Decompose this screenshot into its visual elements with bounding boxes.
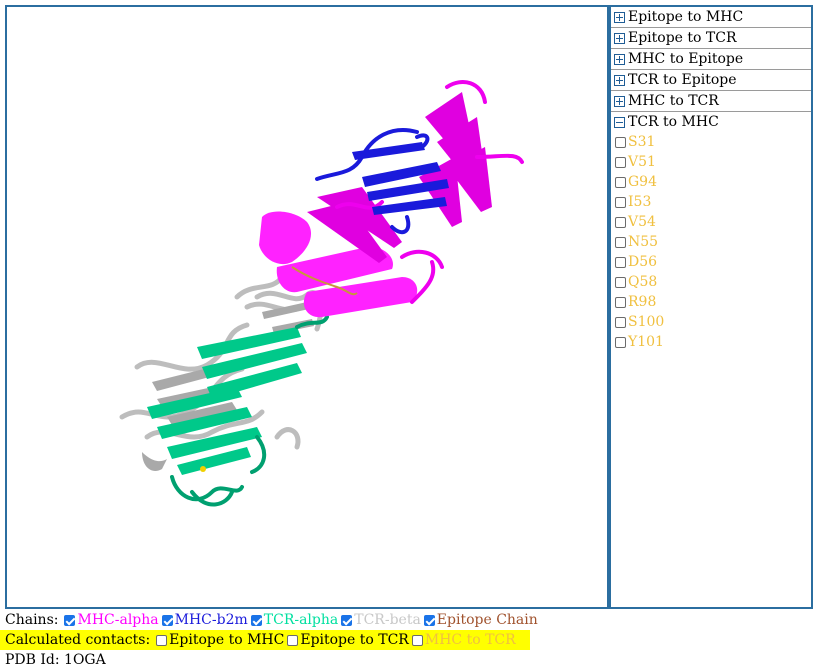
residue-label: S31 — [628, 134, 656, 150]
chain-label-tcr-alpha: TCR-alpha — [263, 612, 339, 628]
residue-checkbox[interactable] — [615, 176, 626, 188]
residue-checkbox[interactable] — [615, 236, 626, 248]
contact-checkbox-mhc-to-tcr[interactable] — [411, 634, 423, 646]
pdb-id-row: PDB Id: 1OGA — [5, 650, 106, 670]
residue-item[interactable]: Y101 — [611, 332, 811, 352]
expand-icon[interactable] — [614, 11, 625, 23]
residue-item[interactable]: V51 — [611, 152, 811, 172]
expand-icon[interactable] — [614, 32, 625, 44]
chain-checkbox-mhc-b2m[interactable] — [161, 614, 173, 626]
residue-list: S31 V51 G94 I53 V54 N55 D56 Q58 R98 S100… — [611, 132, 811, 352]
chain-checkbox-mhc-alpha[interactable] — [64, 614, 76, 626]
section-mhc-to-tcr[interactable]: MHC to TCR — [611, 91, 811, 112]
residue-label: I53 — [628, 194, 652, 210]
calculated-contacts-row: Calculated contacts: Epitope to MHC Epit… — [0, 630, 530, 650]
residue-label: Q58 — [628, 274, 658, 290]
residue-checkbox[interactable] — [615, 316, 626, 328]
chain-label-tcr-beta: TCR-beta — [354, 612, 421, 628]
expand-icon[interactable] — [614, 53, 625, 65]
section-mhc-to-epitope[interactable]: MHC to Epitope — [611, 49, 811, 70]
residue-item[interactable]: I53 — [611, 192, 811, 212]
residue-checkbox[interactable] — [615, 156, 626, 168]
residue-label: R98 — [628, 294, 657, 310]
chain-checkbox-tcr-beta[interactable] — [341, 614, 353, 626]
chains-row: Chains: MHC-alpha MHC-b2m TCR-alpha TCR-… — [5, 610, 538, 630]
residue-label: Y101 — [628, 334, 664, 350]
residue-item[interactable]: V54 — [611, 212, 811, 232]
section-tcr-to-epitope[interactable]: TCR to Epitope — [611, 70, 811, 91]
residue-checkbox[interactable] — [615, 136, 626, 148]
section-label: MHC to TCR — [628, 93, 719, 109]
section-label: TCR to Epitope — [628, 72, 737, 88]
section-label: MHC to Epitope — [628, 51, 744, 67]
residue-item[interactable]: S100 — [611, 312, 811, 332]
residue-label: V54 — [628, 214, 656, 230]
chain-checkbox-epitope[interactable] — [423, 614, 435, 626]
residue-label: V51 — [628, 154, 656, 170]
contacts-label: Calculated contacts: — [5, 632, 151, 648]
residue-checkbox[interactable] — [615, 196, 626, 208]
residue-item[interactable]: S31 — [611, 132, 811, 152]
contacts-panel: Epitope to MHC Epitope to TCR MHC to Epi… — [609, 5, 813, 609]
contact-checkbox-epitope-to-mhc[interactable] — [156, 634, 168, 646]
residue-label: G94 — [628, 174, 657, 190]
section-epitope-to-tcr[interactable]: Epitope to TCR — [611, 28, 811, 49]
section-label: Epitope to MHC — [628, 9, 744, 25]
chain-checkbox-tcr-alpha[interactable] — [250, 614, 262, 626]
protein-ribbon-rendering — [119, 80, 524, 507]
section-epitope-to-mhc[interactable]: Epitope to MHC — [611, 7, 811, 28]
expand-icon[interactable] — [614, 74, 625, 86]
residue-checkbox[interactable] — [615, 296, 626, 308]
highlighted-residue — [200, 466, 206, 472]
section-label: TCR to MHC — [628, 114, 719, 130]
chains-label: Chains: — [5, 612, 59, 628]
residue-label: N55 — [628, 234, 659, 250]
chain-label-mhc-alpha: MHC-alpha — [77, 612, 159, 628]
section-tcr-to-mhc[interactable]: TCR to MHC — [611, 112, 811, 132]
residue-checkbox[interactable] — [615, 336, 626, 348]
chain-label-epitope: Epitope Chain — [436, 612, 538, 628]
residue-checkbox[interactable] — [615, 276, 626, 288]
residue-item[interactable]: R98 — [611, 292, 811, 312]
protein-structure-viewer[interactable] — [5, 5, 609, 609]
residue-checkbox[interactable] — [615, 256, 626, 268]
contact-label-epitope-to-tcr: Epitope to TCR — [300, 632, 409, 648]
residue-label: D56 — [628, 254, 658, 270]
pdb-id: PDB Id: 1OGA — [5, 652, 106, 668]
residue-checkbox[interactable] — [615, 216, 626, 228]
collapse-icon[interactable] — [614, 116, 625, 128]
residue-item[interactable]: G94 — [611, 172, 811, 192]
section-label: Epitope to TCR — [628, 30, 737, 46]
contact-checkbox-epitope-to-tcr[interactable] — [287, 634, 299, 646]
residue-item[interactable]: D56 — [611, 252, 811, 272]
contact-label-epitope-to-mhc: Epitope to MHC — [169, 632, 285, 648]
contact-label-mhc-to-tcr: MHC to TCR — [424, 632, 516, 648]
expand-icon[interactable] — [614, 95, 625, 107]
chain-label-mhc-b2m: MHC-b2m — [174, 612, 248, 628]
residue-label: S100 — [628, 314, 665, 330]
residue-item[interactable]: Q58 — [611, 272, 811, 292]
residue-item[interactable]: N55 — [611, 232, 811, 252]
